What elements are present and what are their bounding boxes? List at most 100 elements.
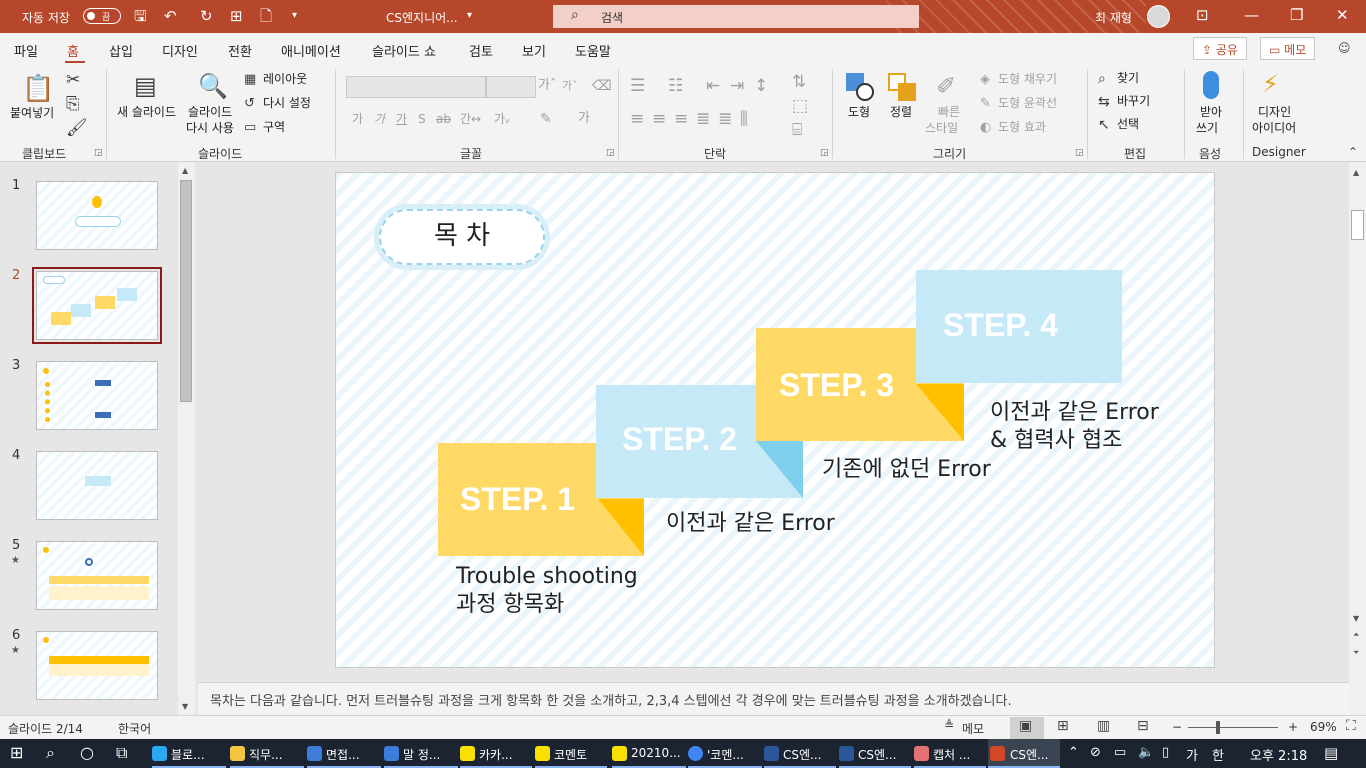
slide-thumbnail-5[interactable] bbox=[36, 541, 158, 610]
scroll-down-icon[interactable]: ▼ bbox=[1353, 614, 1359, 623]
reading-view-icon[interactable]: ▥ bbox=[1097, 718, 1110, 734]
tab-slideshow[interactable]: 슬라이드 쇼 bbox=[372, 41, 436, 60]
layout-label[interactable]: 레이아웃 bbox=[263, 72, 307, 87]
columns-icon[interactable]: ⫼ bbox=[740, 110, 748, 128]
taskbar-app[interactable]: 코멘토 bbox=[535, 739, 607, 768]
taskbar-app-active[interactable]: CS엔... bbox=[988, 739, 1060, 768]
taskbar-app[interactable]: CS엔... bbox=[839, 739, 911, 768]
text-direction-icon[interactable]: ⇅ bbox=[792, 73, 806, 91]
step-4-label[interactable]: 이전과 같은 Error & 협력사 협조 bbox=[990, 399, 1159, 455]
reuse-slides-icon[interactable]: 🔍 bbox=[198, 73, 228, 99]
change-case-icon[interactable]: 가ᵥ bbox=[494, 110, 510, 128]
title-pill[interactable]: 목 차 bbox=[374, 204, 550, 270]
shape-effects-label[interactable]: 도형 효과 bbox=[998, 120, 1046, 135]
design-ideas-line2[interactable]: 아이디어 bbox=[1252, 121, 1296, 136]
tab-transitions[interactable]: 전환 bbox=[228, 41, 252, 60]
slideshow-icon[interactable]: ⊟ bbox=[1137, 718, 1149, 734]
battery-icon[interactable]: ▯ bbox=[1162, 745, 1169, 760]
taskbar-app[interactable]: 말 정... bbox=[384, 739, 458, 768]
clear-format-icon[interactable]: ⌫ bbox=[592, 77, 612, 95]
windows-start-icon[interactable]: ⊞ bbox=[10, 743, 23, 762]
smartart-icon[interactable]: ⌸ bbox=[792, 121, 802, 139]
shape-effects-icon[interactable]: ◐ bbox=[980, 119, 991, 137]
collapse-ribbon-icon[interactable]: ⌃ bbox=[1348, 145, 1358, 159]
slide-thumbnail-6[interactable] bbox=[36, 631, 158, 700]
char-spacing-icon[interactable]: 간↔ bbox=[460, 110, 481, 128]
step-1-label[interactable]: Trouble shooting 과정 항목화 bbox=[456, 563, 638, 619]
zoom-slider-knob[interactable] bbox=[1216, 721, 1220, 734]
tab-review[interactable]: 검토 bbox=[469, 41, 493, 60]
shadow-icon[interactable]: S bbox=[418, 110, 426, 128]
dictate-line1[interactable]: 받아 bbox=[1200, 105, 1222, 120]
slide-sorter-icon[interactable]: ⊞ bbox=[1057, 718, 1069, 734]
thumbnail-scroll-thumb[interactable] bbox=[180, 180, 192, 402]
select-label[interactable]: 선택 bbox=[1117, 117, 1139, 132]
strikethrough-icon[interactable]: ab bbox=[436, 110, 451, 128]
scroll-up-icon[interactable]: ▲ bbox=[1353, 168, 1359, 177]
user-name[interactable]: 최 재형 bbox=[1095, 9, 1132, 26]
share-button[interactable]: ⇪ 공유 bbox=[1193, 37, 1247, 60]
network-off-icon[interactable]: ⊘ bbox=[1090, 745, 1101, 760]
taskbar-app[interactable]: 블로... bbox=[152, 739, 226, 768]
drawing-launcher-icon[interactable]: ◲ bbox=[1075, 148, 1084, 158]
notification-icon[interactable]: ▤ bbox=[1324, 744, 1338, 762]
scroll-up-icon[interactable]: ▲ bbox=[182, 166, 188, 175]
file-name-chevron-icon[interactable]: ▾ bbox=[467, 7, 472, 25]
slide-thumbnail-4[interactable] bbox=[36, 451, 158, 520]
tab-help[interactable]: 도움말 bbox=[575, 41, 611, 60]
clipboard-launcher-icon[interactable]: ◲ bbox=[94, 148, 103, 158]
volume-icon[interactable]: 🔈 bbox=[1138, 745, 1154, 760]
decrease-indent-icon[interactable]: ⇤ bbox=[706, 77, 720, 95]
taskbar-app[interactable]: 카카... bbox=[460, 739, 532, 768]
section-label[interactable]: 구역 bbox=[263, 120, 285, 135]
zoom-in-icon[interactable]: + bbox=[1288, 720, 1298, 734]
cut-icon[interactable]: ✂ bbox=[66, 71, 80, 89]
scroll-down-icon[interactable]: ▼ bbox=[182, 702, 188, 711]
tab-file[interactable]: 파일 bbox=[14, 41, 38, 60]
new-file-icon[interactable]: 🗋 bbox=[260, 7, 272, 25]
ribbon-display-icon[interactable]: ⊡ bbox=[1196, 6, 1209, 24]
quick-styles-line1[interactable]: 빠른 bbox=[938, 105, 960, 120]
paste-icon[interactable]: 📋 bbox=[22, 75, 54, 103]
editor-scroll-thumb[interactable] bbox=[1351, 210, 1364, 240]
notes-button[interactable]: 메모 bbox=[962, 720, 984, 737]
slide-thumbnail-3[interactable] bbox=[36, 361, 158, 430]
arrange-icon[interactable] bbox=[888, 73, 918, 103]
network-icon[interactable]: ▭ bbox=[1114, 745, 1126, 760]
next-slide-icon[interactable]: ⏷ bbox=[1353, 648, 1359, 658]
paste-label[interactable]: 붙여넣기 bbox=[10, 106, 54, 121]
file-name[interactable]: CS엔지니어... bbox=[386, 9, 458, 26]
shape-fill-label[interactable]: 도형 채우기 bbox=[998, 72, 1057, 87]
highlight-icon[interactable]: ✎ bbox=[540, 110, 552, 128]
thumbnail-scrollbar[interactable]: ▲ ▼ bbox=[178, 162, 195, 715]
quick-styles-line2[interactable]: 스타일 bbox=[925, 121, 958, 136]
new-slide-icon[interactable]: ▤ bbox=[134, 73, 157, 99]
taskbar-app[interactable]: 캡처 ... bbox=[914, 739, 986, 768]
taskbar-app[interactable]: 20210... bbox=[612, 739, 686, 768]
microphone-icon[interactable] bbox=[1203, 71, 1219, 99]
close-icon[interactable]: ✕ bbox=[1336, 6, 1349, 24]
search-icon[interactable]: ⌕ bbox=[46, 743, 55, 763]
taskbar-app[interactable]: 면접... bbox=[307, 739, 381, 768]
fit-slide-icon[interactable]: ⛶ bbox=[1346, 718, 1356, 734]
shape-outline-label[interactable]: 도형 윤곽선 bbox=[998, 96, 1057, 111]
align-center-icon[interactable]: ≡ bbox=[652, 110, 666, 128]
arrange-label[interactable]: 정렬 bbox=[890, 105, 912, 120]
layout-icon[interactable]: ▦ bbox=[244, 71, 256, 89]
autosave-toggle[interactable]: 끔 bbox=[83, 8, 121, 24]
align-left-icon[interactable]: ≡ bbox=[630, 110, 644, 128]
notes-icon[interactable]: ≜ bbox=[944, 718, 954, 732]
restore-icon[interactable]: ❐ bbox=[1290, 6, 1303, 24]
increase-indent-icon[interactable]: ⇥ bbox=[730, 77, 744, 95]
language[interactable]: 한국어 bbox=[118, 720, 151, 737]
distributed-icon[interactable]: ≣ bbox=[718, 110, 732, 128]
taskbar-app[interactable]: '코멘... bbox=[688, 739, 762, 768]
format-painter-icon[interactable]: 🖌 bbox=[66, 119, 88, 137]
minimize-icon[interactable]: — bbox=[1244, 6, 1259, 24]
increase-font-icon[interactable]: 가ˆ bbox=[538, 77, 556, 95]
shape-outline-icon[interactable]: ✎ bbox=[980, 95, 991, 113]
tab-home[interactable]: 홈 bbox=[67, 41, 79, 60]
bullets-icon[interactable]: ☰ bbox=[630, 77, 645, 95]
reuse-slides-line1[interactable]: 슬라이드 bbox=[188, 105, 232, 120]
tab-view[interactable]: 보기 bbox=[522, 41, 546, 60]
